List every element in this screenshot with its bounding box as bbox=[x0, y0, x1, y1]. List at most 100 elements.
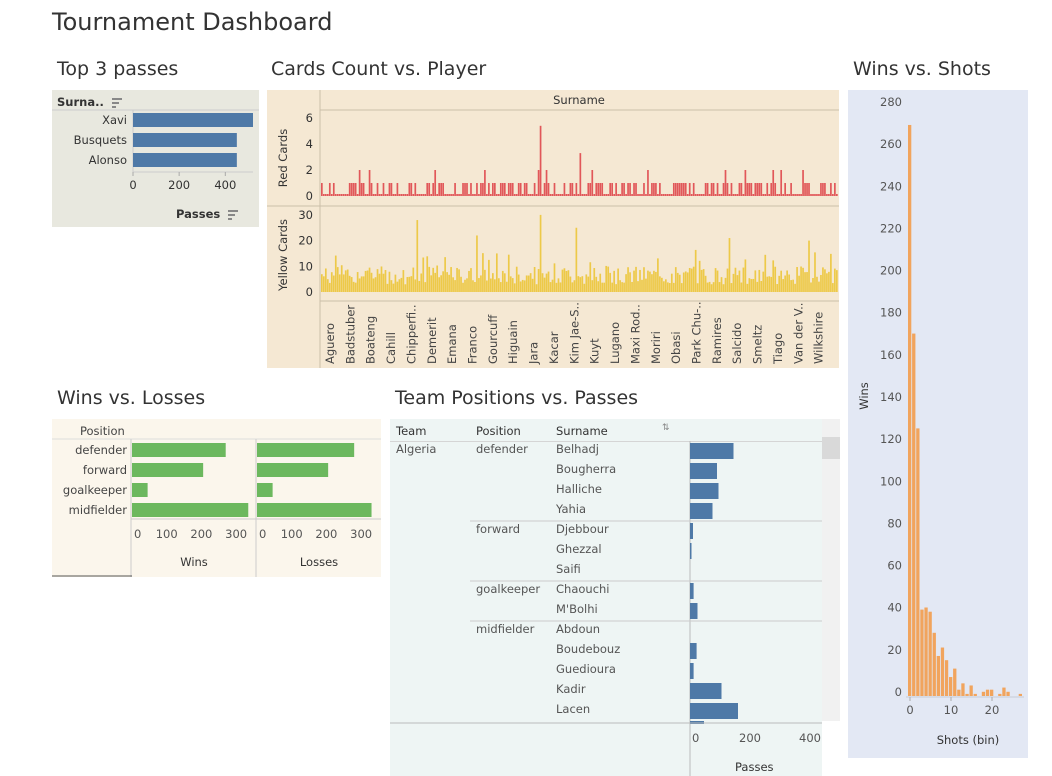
red-card-bar bbox=[460, 194, 462, 196]
yellow-card-bar bbox=[488, 259, 490, 292]
tick-label: 0 bbox=[306, 285, 313, 299]
yellow-card-bar bbox=[665, 279, 667, 292]
yellow-card-bar bbox=[716, 270, 719, 292]
red-card-bar bbox=[547, 183, 550, 196]
red-card-bar bbox=[482, 183, 484, 196]
red-card-bar bbox=[342, 194, 345, 196]
scrollbar-thumb[interactable] bbox=[822, 437, 840, 459]
yellow-card-bar bbox=[774, 266, 777, 292]
yellow-card-bar bbox=[410, 276, 413, 292]
winslosses-chart: Position defender forward goalkeeper midfiel… bbox=[52, 424, 381, 577]
yellow-card-bar bbox=[521, 279, 524, 292]
red-card-bar bbox=[621, 183, 623, 196]
red-card-bar bbox=[631, 194, 633, 196]
red-card-bar bbox=[374, 194, 377, 196]
yellow-card-bar bbox=[482, 253, 484, 292]
red-card-bar bbox=[344, 194, 347, 196]
tick-label: 0 bbox=[906, 703, 913, 717]
yellow-card-bar bbox=[390, 280, 393, 292]
red-card-bar bbox=[486, 194, 488, 196]
top3-title: Top 3 passes bbox=[57, 58, 179, 80]
histogram-bar bbox=[916, 428, 920, 696]
red-card-bar bbox=[764, 194, 767, 196]
yellow-card-bar bbox=[645, 278, 647, 292]
yellow-card-bar bbox=[531, 278, 534, 292]
red-card-bar bbox=[509, 183, 512, 196]
yellow-card-bar bbox=[726, 268, 729, 292]
yellow-card-bar bbox=[696, 283, 699, 292]
histogram-bar bbox=[1002, 687, 1006, 696]
yellow-card-bar bbox=[330, 272, 333, 292]
histogram-bar bbox=[936, 655, 940, 696]
category-label: Xavi bbox=[102, 113, 127, 127]
player-name-label: Park Chu-.. bbox=[689, 301, 703, 364]
red-card-bar bbox=[768, 194, 771, 196]
player-name-label: Wilkshire bbox=[812, 312, 826, 364]
yellow-card-bar bbox=[493, 279, 496, 292]
red-card-bar bbox=[734, 194, 737, 196]
bar bbox=[690, 503, 713, 519]
red-card-bar bbox=[495, 194, 498, 196]
yellow-card-bar bbox=[657, 258, 659, 292]
yellow-card-bar bbox=[571, 282, 574, 292]
yellow-card-bar bbox=[569, 276, 572, 292]
red-card-bar bbox=[591, 170, 594, 196]
yellow-card-bar bbox=[492, 273, 494, 292]
red-card-bar bbox=[420, 194, 423, 196]
category-label: midfielder bbox=[69, 503, 128, 517]
red-card-bar bbox=[346, 194, 349, 196]
red-card-bar bbox=[647, 170, 649, 196]
histogram-bar bbox=[969, 685, 973, 696]
red-card-bar bbox=[497, 194, 500, 196]
teampos-panel: Team Position Surname ⇅ Algeria defender… bbox=[390, 419, 840, 776]
yellow-card-bar bbox=[655, 271, 657, 292]
yellow-card-bar bbox=[605, 265, 608, 292]
red-card-bar bbox=[523, 183, 526, 196]
yellow-card-bar bbox=[428, 266, 431, 292]
winslosses-panel: Position defender forward goalkeeper midfiel… bbox=[52, 419, 381, 577]
red-card-bar bbox=[430, 194, 433, 196]
tick-label: 260 bbox=[880, 137, 902, 151]
scrollbar[interactable] bbox=[822, 419, 840, 721]
histogram-bar bbox=[961, 683, 965, 696]
yellow-card-bar bbox=[561, 269, 564, 292]
tick-label: 400 bbox=[799, 731, 821, 745]
yellow-card-bar bbox=[615, 284, 617, 292]
y-axis-title: Wins bbox=[857, 382, 871, 410]
yellow-card-bar bbox=[738, 270, 741, 292]
red-card-bar bbox=[740, 183, 743, 196]
yellow-card-bar bbox=[824, 269, 826, 292]
yellow-axis-title: Yellow Cards bbox=[276, 219, 290, 292]
red-card-bar bbox=[529, 194, 532, 196]
yellow-card-bar bbox=[766, 276, 769, 292]
yellow-card-bar bbox=[812, 277, 814, 292]
yellow-card-bar bbox=[591, 280, 594, 292]
yellow-card-bar bbox=[545, 273, 548, 292]
red-card-bar bbox=[410, 183, 413, 196]
tick-label: 120 bbox=[880, 432, 902, 446]
red-card-bar bbox=[820, 183, 822, 196]
yellow-card-bar bbox=[802, 267, 804, 292]
yellow-card-bar bbox=[708, 281, 711, 292]
red-card-bar bbox=[826, 194, 828, 196]
yellow-card-bar bbox=[396, 281, 399, 292]
tick-label: 10 bbox=[944, 703, 959, 717]
yellow-card-bar bbox=[462, 282, 464, 292]
yellow-card-bar bbox=[595, 276, 598, 292]
tick-label: 140 bbox=[880, 390, 902, 404]
yellow-card-bar bbox=[674, 267, 677, 292]
yellow-card-bar bbox=[720, 277, 723, 292]
red-card-bar bbox=[708, 194, 711, 196]
histogram-bar bbox=[912, 333, 916, 696]
yellow-card-bar bbox=[585, 274, 588, 292]
yellow-card-bar bbox=[728, 238, 731, 292]
yellow-card-bar bbox=[456, 267, 458, 292]
red-card-bar bbox=[714, 194, 717, 196]
cards-title: Cards Count vs. Player bbox=[271, 58, 487, 80]
red-card-bar bbox=[617, 194, 619, 196]
yellow-card-bar bbox=[537, 269, 540, 292]
category-label: Alonso bbox=[89, 153, 127, 167]
sort-icon[interactable] bbox=[228, 209, 239, 220]
tick-label: 80 bbox=[887, 516, 902, 530]
red-card-bar bbox=[372, 194, 375, 196]
